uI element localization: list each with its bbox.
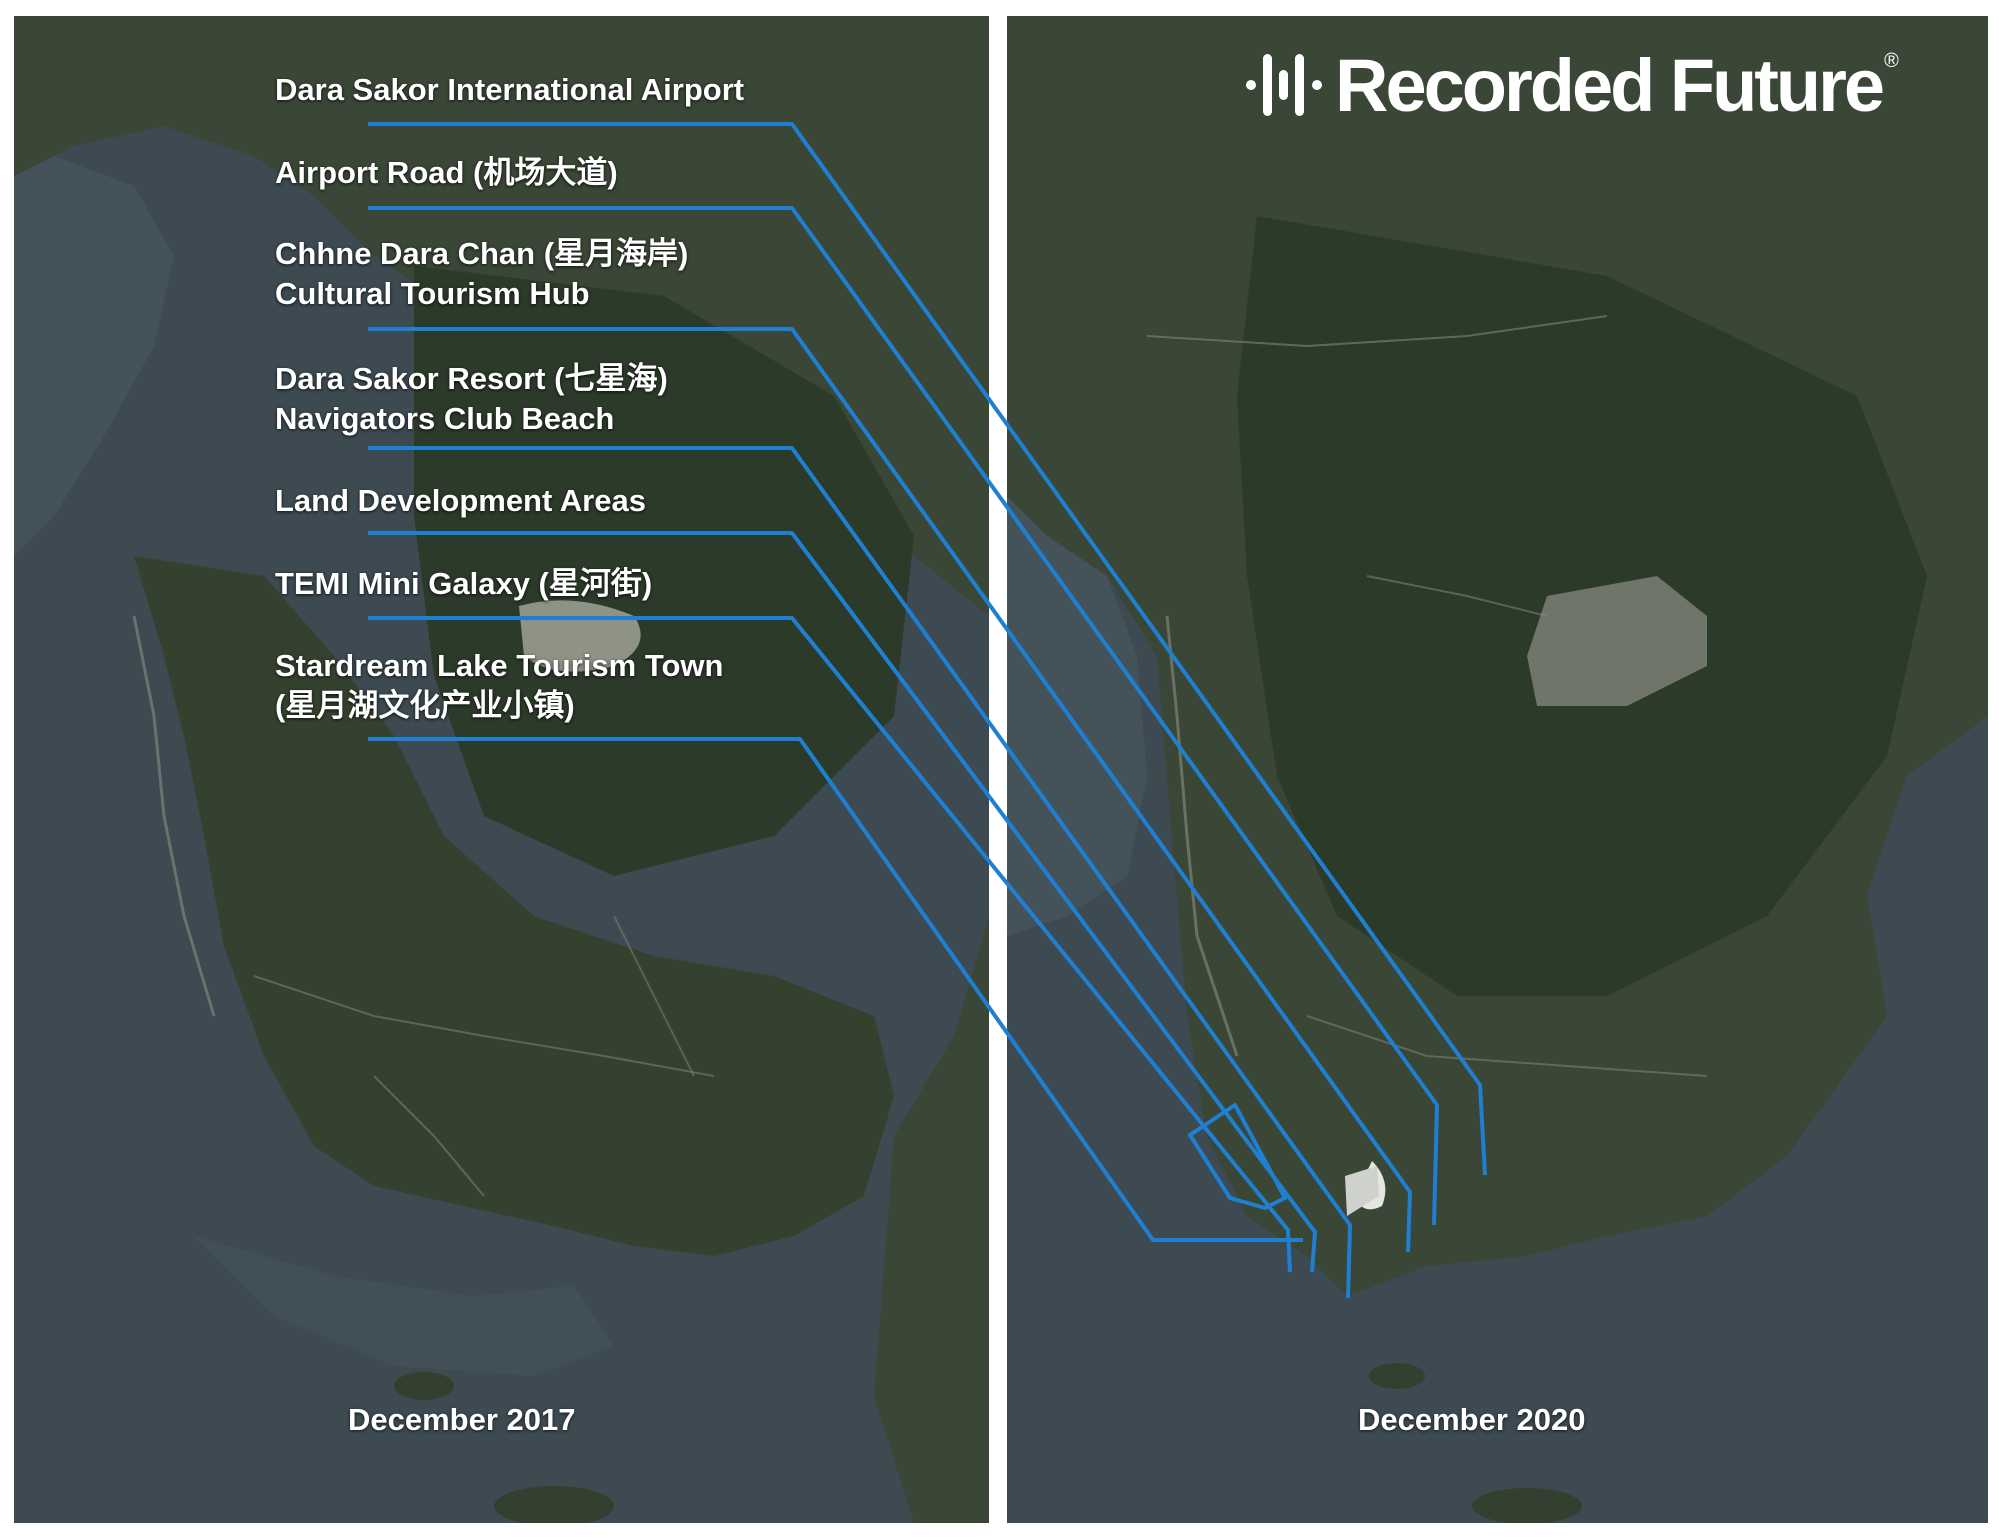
label-line: Land Development Areas [275,483,646,518]
date-label-left: December 2017 [348,1402,576,1437]
label-dara-sakor-airport: Dara Sakor International Airport [275,70,744,110]
label-line: Dara Sakor International Airport [275,72,745,107]
logo-mark-icon [1246,54,1322,116]
recorded-future-logo: Recorded Future ® [1245,40,1899,130]
label-line: Chhne Dara Chan (星月海岸) [275,236,689,271]
label-line: Stardream Lake Tourism Town [275,648,724,683]
label-line: Cultural Tourism Hub [275,276,590,311]
label-dara-sakor-resort: Dara Sakor Resort (七星海) Navigators Club … [275,359,668,439]
label-chhne-dara-chan: Chhne Dara Chan (星月海岸) Cultural Tourism … [275,234,688,314]
label-stardream-lake: Stardream Lake Tourism Town (星月湖文化产业小镇) [275,646,723,726]
label-temi-mini-galaxy: TEMI Mini Galaxy (星河街) [275,564,652,604]
label-line: Dara Sakor Resort (七星海) [275,361,668,396]
label-line: Airport Road (机场大道) [275,155,618,190]
label-line: (星月湖文化产业小镇) [275,688,575,723]
satellite-panel-2020 [1007,16,1988,1523]
label-airport-road: Airport Road (机场大道) [275,153,618,193]
satellite-imagery-2020 [1007,16,1988,1523]
date-label-right: December 2020 [1358,1402,1586,1437]
label-line: Navigators Club Beach [275,401,615,436]
label-land-development: Land Development Areas [275,481,646,521]
label-line: TEMI Mini Galaxy (星河街) [275,566,653,601]
registered-mark: ® [1884,49,1899,72]
logo-wordmark: Recorded Future [1335,43,1885,127]
